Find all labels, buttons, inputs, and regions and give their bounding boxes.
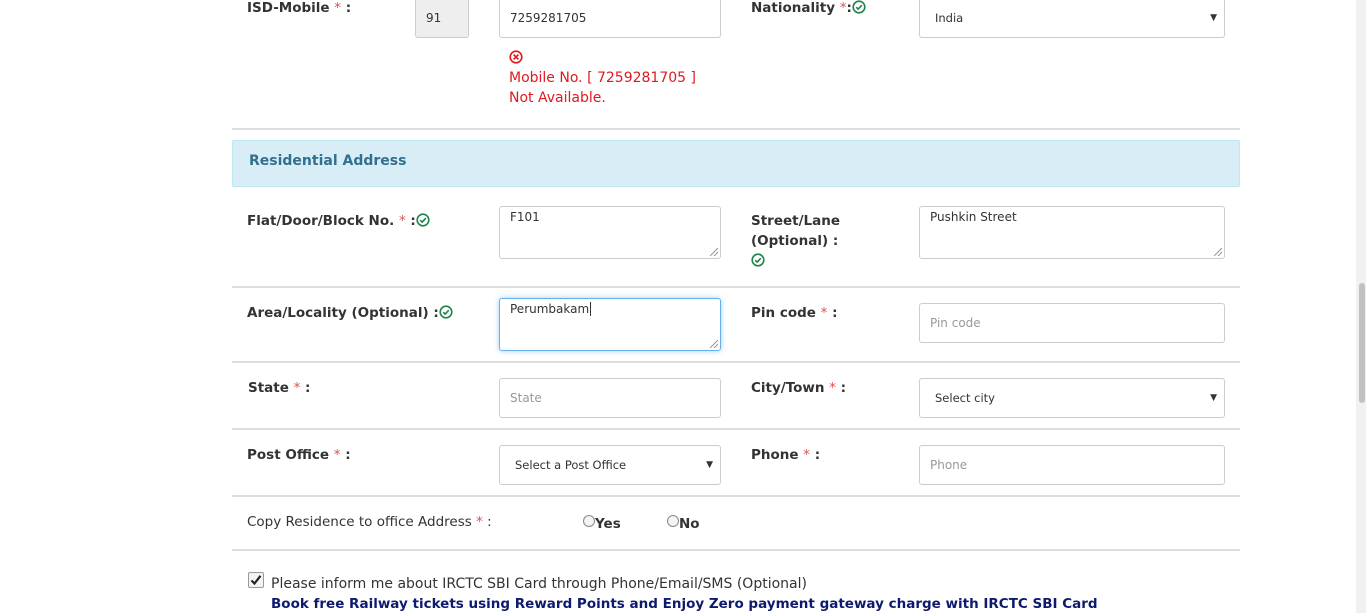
scrollbar[interactable] (1356, 0, 1366, 613)
area-textarea[interactable]: Perumbakam (499, 298, 721, 351)
copy-no-option[interactable]: No (667, 514, 700, 534)
area-value: Perumbakam (510, 302, 590, 316)
mobile-error-message: Mobile No. [ 7259281705 ] Not Available. (509, 70, 696, 106)
sbi-card-consent-text: Please inform me about IRCTC SBI Card th… (271, 576, 807, 592)
state-input[interactable]: State (499, 378, 721, 418)
state-placeholder: State (510, 391, 542, 405)
required-marker: * (839, 0, 847, 16)
phone-label: Phone * : (751, 445, 820, 465)
required-marker: * (333, 447, 341, 463)
divider (232, 549, 1240, 551)
nationality-select[interactable]: India ▼ (919, 0, 1225, 38)
caret-down-icon: ▼ (1210, 13, 1217, 23)
street-textarea[interactable]: Pushkin Street (919, 206, 1225, 259)
flat-textarea[interactable]: F101 (499, 206, 721, 259)
copy-address-label: Copy Residence to office Address * : (247, 512, 492, 532)
divider (232, 495, 1240, 497)
nationality-label: Nationality *: (751, 0, 866, 20)
area-label: Area/Locality (Optional) : (247, 303, 453, 325)
divider (232, 128, 1240, 130)
divider (232, 286, 1240, 288)
copy-address-label-text: Copy Residence to office Address (247, 514, 472, 530)
pincode-label-text: Pin code (751, 305, 816, 321)
postoffice-value: Select a Post Office (515, 458, 627, 472)
mobile-value: 7259281705 (510, 11, 587, 25)
label-separator: : (835, 380, 847, 396)
area-label-text: Area/Locality (Optional) (247, 305, 429, 321)
isd-code-field: 91 (415, 0, 469, 38)
sbi-promo-link[interactable]: Book free Railway tickets using Reward P… (271, 596, 1098, 612)
label-separator: : (827, 305, 838, 321)
caret-down-icon: ▼ (706, 460, 713, 470)
yes-radio[interactable] (583, 515, 595, 527)
section-title: Residential Address (249, 153, 407, 169)
x-circle-icon (509, 50, 523, 69)
residential-address-header: Residential Address (232, 140, 1240, 187)
scrollbar-thumb[interactable] (1359, 283, 1365, 403)
label-separator: : (300, 380, 311, 396)
check-circle-icon (416, 213, 430, 233)
label-separator: : (482, 514, 492, 530)
nationality-value: India (935, 11, 964, 25)
isd-mobile-label: ISD-Mobile * : (247, 0, 351, 18)
resize-grip-icon[interactable] (1214, 248, 1222, 256)
divider (232, 428, 1240, 430)
city-label-text: City/Town (751, 380, 825, 396)
phone-label-text: Phone (751, 447, 799, 463)
street-label-line1: Street/Lane (751, 213, 841, 229)
divider (232, 361, 1240, 363)
no-radio[interactable] (667, 515, 679, 527)
resize-grip-icon[interactable] (710, 248, 718, 256)
flat-value: F101 (510, 210, 540, 224)
checkmark-icon (250, 575, 262, 586)
city-select[interactable]: Select city ▼ (919, 378, 1225, 418)
isd-code-value: 91 (426, 11, 442, 25)
label-separator: : (810, 447, 821, 463)
nationality-label-text: Nationality (751, 0, 835, 16)
phone-input[interactable]: Phone (919, 445, 1225, 485)
postoffice-label: Post Office * : (247, 445, 351, 465)
phone-placeholder: Phone (930, 458, 968, 472)
city-label: City/Town * : (751, 378, 846, 398)
sbi-card-checkbox[interactable] (248, 572, 264, 588)
caret-down-icon: ▼ (1210, 393, 1217, 403)
check-circle-icon (852, 0, 866, 20)
yes-label: Yes (595, 516, 621, 532)
check-circle-icon (751, 253, 765, 273)
postoffice-select[interactable]: Select a Post Office ▼ (499, 445, 721, 485)
pincode-label: Pin code * : (751, 303, 838, 323)
city-value: Select city (935, 391, 995, 405)
label-separator: : (341, 0, 352, 16)
pincode-input[interactable]: Pin code (919, 303, 1225, 343)
resize-grip-icon[interactable] (710, 340, 718, 348)
copy-yes-option[interactable]: Yes (583, 514, 621, 534)
isd-mobile-label-text: ISD-Mobile (247, 0, 330, 16)
mobile-input[interactable]: 7259281705 (499, 0, 721, 38)
postoffice-label-text: Post Office (247, 447, 330, 463)
required-marker: * (803, 447, 810, 463)
flat-label: Flat/Door/Block No. * : (247, 211, 430, 233)
label-separator: : (340, 447, 351, 463)
street-value: Pushkin Street (930, 210, 1017, 224)
pincode-placeholder: Pin code (930, 316, 981, 330)
state-label: State * : (248, 378, 310, 398)
check-circle-icon (439, 305, 453, 325)
street-label: Street/Lane (Optional) : (751, 211, 840, 273)
required-marker: * (398, 213, 406, 229)
flat-label-text: Flat/Door/Block No. (247, 213, 395, 229)
state-label-text: State (248, 380, 289, 396)
required-marker: * (476, 514, 483, 530)
street-label-line2: (Optional) : (751, 233, 839, 249)
required-marker: * (829, 380, 836, 396)
no-label: No (679, 516, 700, 532)
text-cursor (590, 302, 592, 316)
